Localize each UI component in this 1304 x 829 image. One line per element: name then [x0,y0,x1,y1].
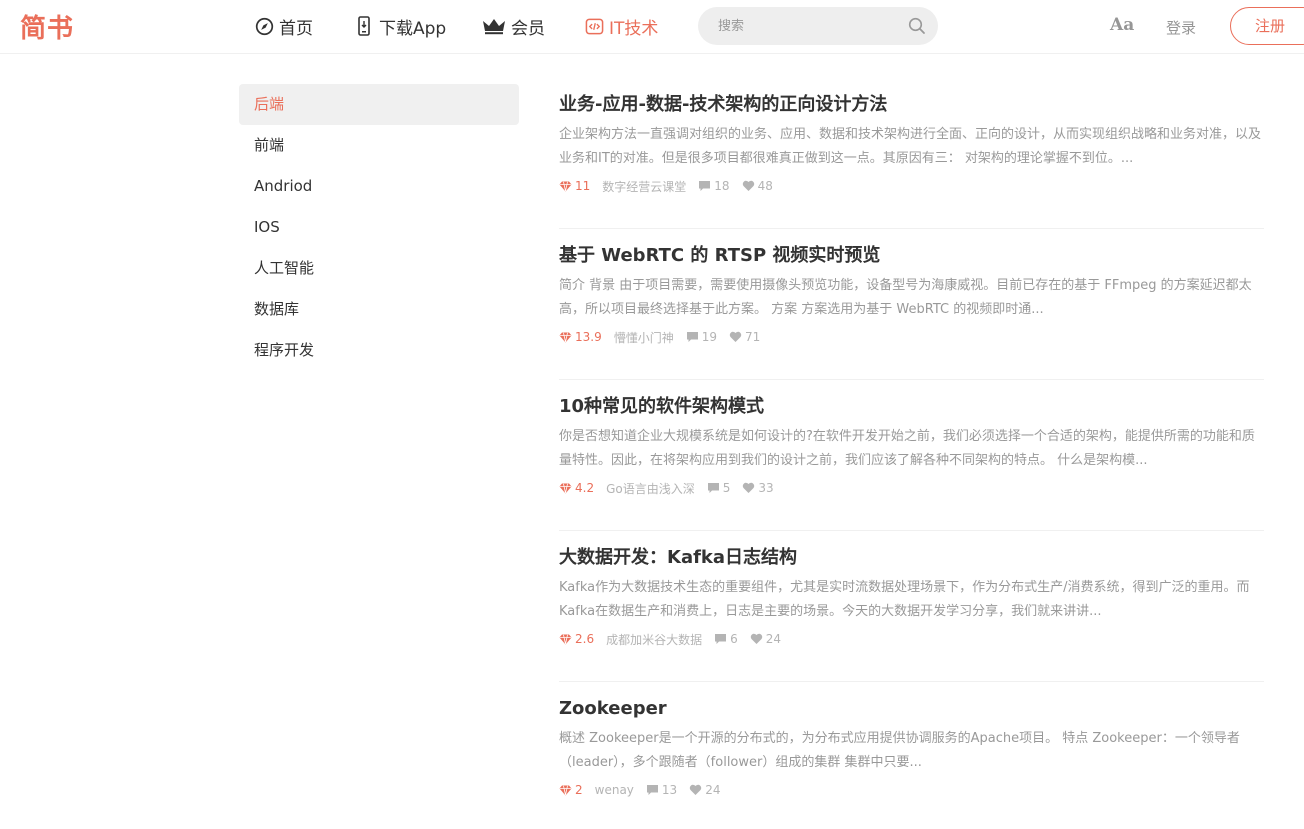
diamond-icon [559,332,572,342]
comment-count[interactable]: 19 [686,330,717,344]
comment-count[interactable]: 6 [714,632,738,646]
comment-count[interactable]: 13 [646,783,677,797]
article-meta: 13.9 懵懂小门神 19 71 [559,329,1264,345]
article-author[interactable]: wenay [595,783,634,797]
diamond-count: 13.9 [559,330,602,344]
comment-value: 19 [701,330,718,344]
article-item: 业务-应用-数据-技术架构的正向设计方法 企业架构方法一直强调对组织的业务、应用… [559,78,1264,229]
article-item: 10种常见的软件架构模式 你是否想知道企业大规模系统是如何设计的?在软件开发开始… [559,380,1264,531]
diamond-icon [559,785,572,795]
like-count: 71 [729,330,760,344]
comment-count[interactable]: 18 [698,179,730,193]
comment-value: 5 [722,481,731,495]
diamond-icon [559,483,572,493]
nav-it-tech[interactable]: IT技术 [584,14,659,39]
article-list: 业务-应用-数据-技术架构的正向设计方法 企业架构方法一直强调对组织的业务、应用… [559,78,1264,829]
sidebar-item-programming[interactable]: 程序开发 [239,330,519,371]
crown-icon [482,16,506,36]
sidebar-item-database[interactable]: 数据库 [239,289,519,330]
sidebar-item-ai[interactable]: 人工智能 [239,248,519,289]
diamond-icon [559,181,572,191]
comment-icon [699,181,711,191]
nav-home[interactable]: 首页 [254,14,313,39]
diamond-value: 4.2 [575,481,595,495]
article-meta: 2.6 成都加米谷大数据 6 24 [559,631,1264,647]
heart-icon [729,331,742,342]
article-title[interactable]: 10种常见的软件架构模式 [559,395,1264,419]
compass-icon [254,16,274,36]
like-count: 24 [689,783,720,797]
like-value: 71 [745,330,761,344]
sidebar-item-android[interactable]: Andriod [239,166,519,207]
article-meta: 11 数字经营云课堂 18 48 [559,178,1264,194]
article-abstract: Kafka作为大数据技术生态的重要组件，尤其是实时流数据处理场景下，作为分布式生… [559,580,1250,619]
comment-icon [646,785,658,795]
nav-it-tech-label: IT技术 [609,18,659,39]
search-input[interactable] [718,17,898,35]
sidebar-item-backend[interactable]: 后端 [239,84,519,125]
article-title[interactable]: 业务-应用-数据-技术架构的正向设计方法 [559,93,1264,117]
like-value: 33 [758,481,774,495]
heart-icon [742,180,754,191]
nav-download-app-label: 下载App [379,18,447,39]
nav-download-app[interactable]: 下载App [354,14,447,39]
like-count: 33 [742,481,774,495]
heart-icon [750,633,762,644]
article-item: 大数据开发：Kafka日志结构 Kafka作为大数据技术生态的重要组件，尤其是实… [559,531,1264,682]
signup-button[interactable]: 注册 [1230,7,1304,45]
article-meta: 2 wenay 13 24 [559,782,1264,798]
article-meta: 4.2 Go语言由浅入深 5 33 [559,480,1264,496]
diamond-count: 2.6 [559,632,594,646]
heart-icon [689,784,702,795]
comment-count[interactable]: 5 [707,481,731,495]
article-author[interactable]: Go语言由浅入深 [606,480,695,497]
diamond-value: 13.9 [575,330,602,344]
diamond-value: 2 [575,783,583,797]
article-title[interactable]: 基于 WebRTC 的 RTSP 视频实时预览 [559,244,1264,268]
article-title[interactable]: Zookeeper [559,697,1264,721]
search-box [698,7,938,45]
diamond-count: 4.2 [559,481,594,495]
article-abstract: 简介 背景 由于项目需要，需要使用摄像头预览功能，设备型号为海康威视。目前已存在… [559,278,1252,317]
font-size-toggle[interactable]: Aa [1110,15,1134,35]
sidebar-item-ios[interactable]: IOS [239,207,519,248]
comment-icon [707,483,719,493]
phone-icon [354,16,374,36]
heart-icon [743,482,755,493]
article-item: 基于 WebRTC 的 RTSP 视频实时预览 简介 背景 由于项目需要，需要使… [559,229,1264,380]
login-link[interactable]: 登录 [1166,17,1196,38]
article-abstract: 概述 Zookeeper是一个开源的分布式的，为分布式应用提供协调服务的Apac… [559,731,1240,770]
article-author[interactable]: 懵懂小门神 [614,329,674,346]
nav-vip[interactable]: 会员 [482,14,545,39]
search-icon[interactable] [908,17,926,35]
like-value: 24 [765,632,782,646]
comment-icon [715,634,727,644]
like-value: 48 [757,179,773,193]
top-nav-bar: 简书 首页 下载App 会员 IT技术 Aa 登录 注册 [0,0,1304,54]
diamond-count: 2 [559,783,583,797]
nav-home-label: 首页 [279,18,313,39]
comment-value: 6 [730,632,738,646]
comment-value: 13 [661,783,678,797]
like-value: 24 [705,783,721,797]
comment-value: 18 [714,179,730,193]
like-count: 48 [742,179,773,193]
site-logo[interactable]: 简书 [20,8,74,45]
nav-vip-label: 会员 [511,18,545,39]
article-title[interactable]: 大数据开发：Kafka日志结构 [559,546,1264,570]
diamond-icon [559,634,572,644]
diamond-count: 11 [559,179,590,193]
sidebar-item-frontend[interactable]: 前端 [239,125,519,166]
code-icon [584,16,604,36]
diamond-value: 11 [575,179,591,193]
comment-icon [686,332,698,342]
article-abstract: 企业架构方法一直强调对组织的业务、应用、数据和技术架构进行全面、正向的设计，从而… [559,127,1262,166]
category-sidebar: 后端 前端 Andriod IOS 人工智能 数据库 程序开发 [239,84,519,371]
article-author[interactable]: 成都加米谷大数据 [606,631,702,648]
like-count: 24 [750,632,781,646]
article-item: Zookeeper 概述 Zookeeper是一个开源的分布式的，为分布式应用提… [559,682,1264,829]
diamond-value: 2.6 [575,632,595,646]
article-author[interactable]: 数字经营云课堂 [602,178,686,195]
article-abstract: 你是否想知道企业大规模系统是如何设计的?在软件开发开始之前，我们必须选择一个合适… [559,429,1255,468]
